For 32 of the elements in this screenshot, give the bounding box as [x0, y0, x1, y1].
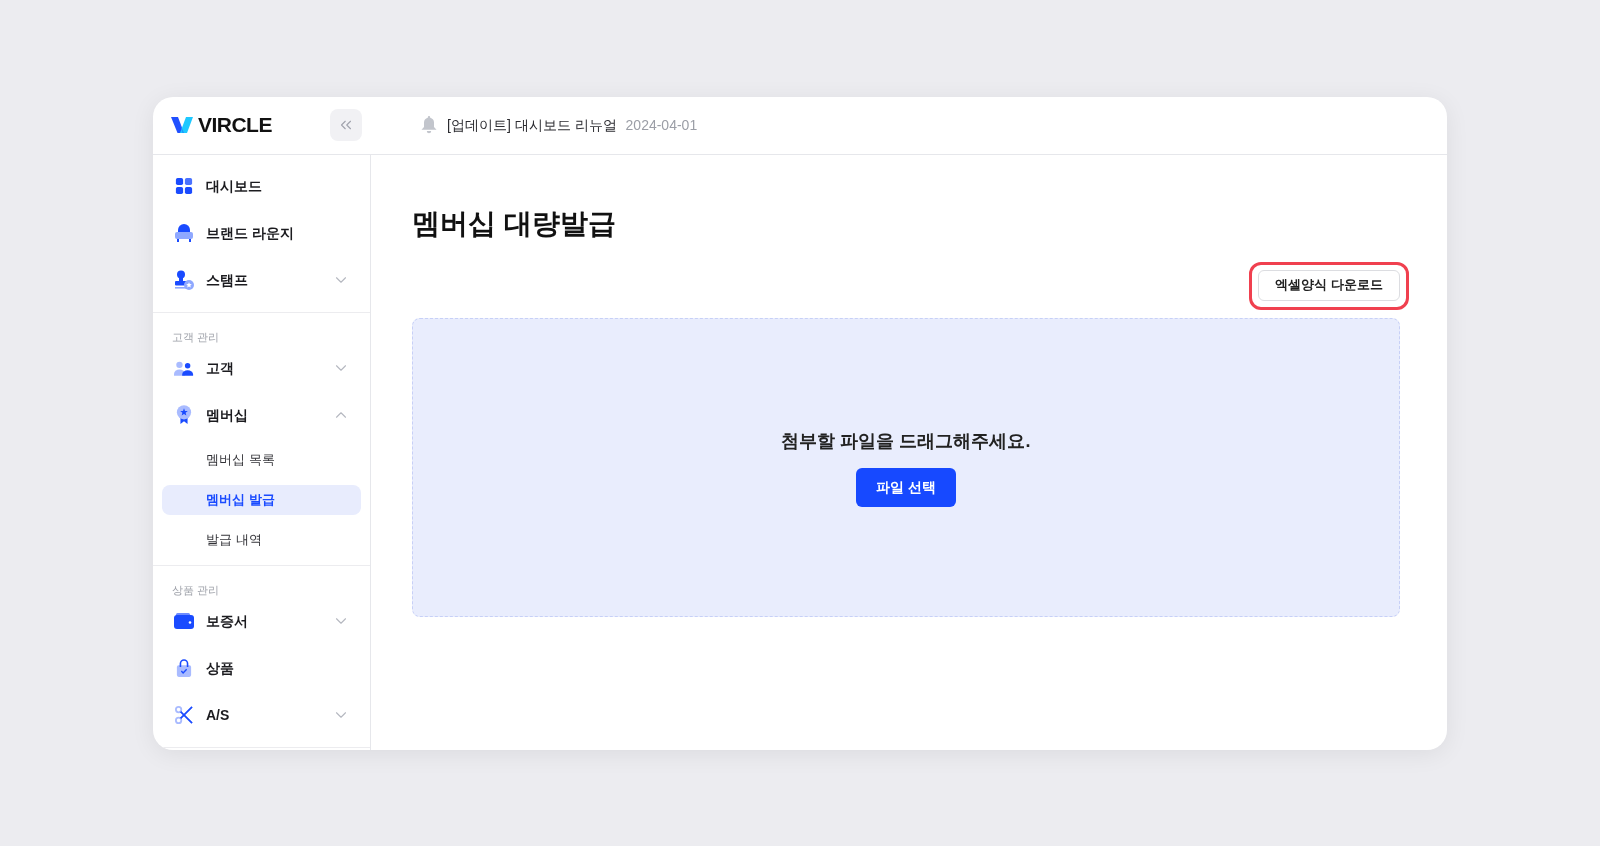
- shopping-bag-icon: [176, 658, 192, 678]
- notice-date: 2024-04-01: [625, 115, 698, 135]
- notice-text[interactable]: [업데이트] 대시보드 리뉴얼: [447, 114, 617, 136]
- section-label: 고객 관리: [171, 329, 221, 345]
- sidebar-item[interactable]: A/S: [162, 691, 361, 739]
- stamp-icon: [174, 270, 194, 290]
- scissors-icon: [175, 706, 193, 724]
- bell-icon: [421, 116, 437, 134]
- sidebar-item[interactable]: 고객: [162, 344, 361, 392]
- sidebar-item[interactable]: 멤버십: [162, 391, 361, 439]
- choose-file-button[interactable]: 파일 선택: [856, 467, 956, 507]
- medal-icon: [176, 405, 192, 425]
- wallet-icon: [174, 613, 194, 629]
- dashboard-grid-icon: [175, 177, 193, 195]
- page-title: 멤버십 대량발급: [412, 206, 617, 241]
- dropzone-message: 첨부할 파일을 드래그해주세요.: [781, 429, 1031, 453]
- file-dropzone[interactable]: 첨부할 파일을 드래그해주세요. 파일 선택: [412, 317, 1400, 617]
- sidebar-item[interactable]: 상품: [162, 644, 361, 692]
- excel-template-download-button[interactable]: 엑셀양식 다운로드: [1258, 269, 1400, 301]
- sidebar-subitem[interactable]: 발급 내역: [162, 524, 361, 555]
- people-icon: [174, 360, 194, 376]
- sidebar-subitem[interactable]: 멤버십 발급: [162, 484, 361, 515]
- sidebar-item[interactable]: 브랜드 라운지: [162, 209, 361, 257]
- sidebar-item[interactable]: 보증서: [162, 597, 361, 645]
- logo-icon: [171, 116, 193, 134]
- brand-name: VIRCLE: [198, 112, 272, 139]
- section-label: 상품 관리: [171, 582, 221, 598]
- sidebar-item[interactable]: 대시보드: [162, 162, 361, 210]
- collapse-sidebar-button[interactable]: [330, 109, 362, 141]
- sidebar-subitem[interactable]: 멤버십 목록: [162, 444, 361, 475]
- armchair-icon: [174, 224, 194, 242]
- sidebar-item[interactable]: 스탬프: [162, 256, 361, 304]
